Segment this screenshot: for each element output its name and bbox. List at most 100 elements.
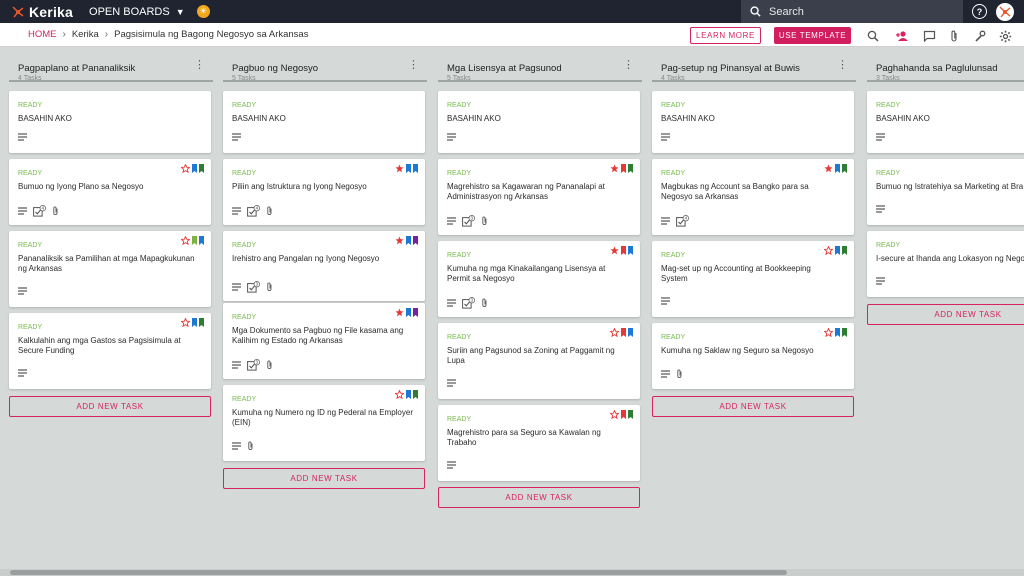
task-status: READY [661, 170, 686, 177]
task-card[interactable]: READY Irehistro ang Pangalan ng Iyong Neg… [223, 231, 425, 301]
board-column: Pagpaplano at Pananaliksik 4 Tasks ⋮ READY B… [9, 54, 213, 417]
star-filled-icon[interactable] [610, 246, 619, 255]
star-filled-icon[interactable] [395, 236, 404, 245]
breadcrumb-home[interactable]: HOME [28, 29, 57, 40]
task-card[interactable]: READY Bumuo ng Iyong Plano sa Negosyo 4 [9, 159, 211, 225]
task-status: READY [447, 334, 472, 341]
settings-gear-icon[interactable] [998, 29, 1012, 43]
blue-tag-icon [413, 164, 418, 173]
task-title: Kalihim ng Estado ng Arkansas [232, 336, 343, 345]
star-filled-icon[interactable] [824, 164, 833, 173]
star-outline-icon[interactable] [395, 390, 404, 399]
task-title: Magrehistro sa Kagawaran ng Pananalapi a… [447, 182, 605, 191]
app-logo[interactable]: Kerika [11, 4, 73, 20]
add-new-task-button[interactable]: ADD NEW TASK [652, 396, 854, 417]
horizontal-scrollbar[interactable] [0, 569, 1024, 576]
task-card[interactable]: READY BASAHIN AKO [223, 91, 425, 153]
task-card-icons [661, 133, 676, 141]
tools-icon[interactable] [973, 29, 987, 43]
task-title: Administrasyon ng Arkansas [447, 192, 548, 201]
column-task-count: 3 Tasks [876, 75, 900, 82]
task-card-icons [661, 297, 676, 305]
task-card[interactable]: READY Pananaliksik sa Pamilihan at mga Ma… [9, 231, 211, 307]
task-card[interactable]: READY BASAHIN AKO [438, 91, 640, 153]
avatar[interactable] [996, 3, 1014, 21]
attachment-icon [267, 206, 272, 215]
task-title: Kumuha ng mga Kinakailangang Lisensya at [447, 264, 606, 273]
task-card[interactable]: READY Magbukas ng Account sa Bangko para … [652, 159, 854, 235]
task-card[interactable]: READY Magrehistro para sa Seguro sa Kawal… [438, 405, 640, 481]
description-icon [447, 379, 456, 387]
task-status: READY [447, 170, 472, 177]
more-options-icon[interactable]: ⋮ [408, 60, 419, 71]
task-card[interactable]: READY Kumuha ng Numero ng ID ng Pederal n… [223, 385, 425, 461]
star-outline-icon[interactable] [181, 164, 190, 173]
scrollbar-thumb[interactable] [10, 570, 787, 575]
help-icon[interactable]: ? [972, 4, 987, 19]
learn-more-button[interactable]: LEARN MORE [690, 27, 761, 44]
search-board-icon[interactable] [866, 29, 880, 43]
star-outline-icon[interactable] [610, 328, 619, 337]
more-options-icon[interactable]: ⋮ [194, 60, 205, 71]
star-filled-icon[interactable] [395, 164, 404, 173]
org-badge-icon[interactable]: ☀ [196, 5, 210, 18]
more-options-icon[interactable]: ⋮ [837, 60, 848, 71]
star-filled-icon[interactable] [610, 164, 619, 173]
lime-tag-icon [192, 236, 197, 245]
star-outline-icon[interactable] [610, 410, 619, 419]
task-title: BASAHIN AKO [661, 114, 715, 123]
task-title: Lupa [447, 356, 465, 365]
task-card[interactable]: READY BASAHIN AKO [867, 91, 1024, 153]
add-new-task-button[interactable]: ADD NEW TASK [223, 468, 425, 489]
column-title: Paghahanda sa Paglulunsad [876, 63, 998, 74]
column-header: Mga Lisensya at Pagsunod 5 Tasks ⋮ [438, 54, 642, 82]
task-card[interactable]: READY Kumuha ng mga Kinakailangang Lisens… [438, 241, 640, 317]
task-status: READY [661, 252, 686, 259]
add-new-task-button[interactable]: ADD NEW TASK [867, 304, 1024, 325]
green-tag-icon [199, 164, 204, 173]
more-options-icon[interactable]: ⋮ [623, 60, 634, 71]
task-card[interactable]: READY I-secure at Ihanda ang Lokasyon ng … [867, 231, 1024, 297]
task-card[interactable]: READY BASAHIN AKO [9, 91, 211, 153]
description-icon [876, 277, 885, 285]
task-card[interactable]: READY BASAHIN AKO [652, 91, 854, 153]
star-outline-icon[interactable] [181, 236, 190, 245]
star-outline-icon[interactable] [824, 328, 833, 337]
column-title: Pagbuo ng Negosyo [232, 63, 319, 74]
description-icon [661, 297, 670, 305]
column-task-count: 4 Tasks [18, 75, 42, 82]
task-card-icons: 4 [661, 215, 695, 227]
add-new-task-button[interactable]: ADD NEW TASK [9, 396, 211, 417]
chat-icon[interactable] [922, 29, 936, 43]
task-card[interactable]: READY Mga Dokumento sa Pagbuo ng File kas… [223, 303, 425, 379]
add-new-task-button[interactable]: ADD NEW TASK [438, 487, 640, 508]
task-card[interactable]: READY Suriin ang Pagsunod sa Zoning at Pa… [438, 323, 640, 399]
description-icon [232, 283, 241, 291]
task-title: Trabaho [447, 438, 477, 447]
breadcrumb-org[interactable]: Kerika [72, 29, 99, 40]
star-filled-icon[interactable] [395, 308, 404, 317]
star-outline-icon[interactable] [181, 318, 190, 327]
task-flags [393, 236, 418, 245]
task-card[interactable]: READY Magrehistro sa Kagawaran ng Pananal… [438, 159, 640, 235]
task-status: READY [876, 242, 901, 249]
task-title: BASAHIN AKO [447, 114, 501, 123]
attachment-icon [482, 298, 487, 307]
description-icon [447, 299, 456, 307]
star-outline-icon[interactable] [824, 246, 833, 255]
open-boards-menu[interactable]: OPEN BOARDS ▼ [89, 6, 185, 18]
description-icon [661, 370, 670, 378]
task-card[interactable]: READY Piliin ang Istruktura ng Iyong Nego… [223, 159, 425, 225]
attachment-icon [53, 206, 58, 215]
task-title: System [661, 274, 688, 283]
attachment-icon[interactable] [947, 29, 961, 43]
task-card-icons [876, 277, 891, 285]
task-card[interactable]: READY Kalkulahin ang mga Gastos sa Pagsis… [9, 313, 211, 389]
use-template-button[interactable]: USE TEMPLATE [774, 27, 851, 44]
task-card[interactable]: READY Kumuha ng Saklaw ng Seguro sa Negos… [652, 323, 854, 389]
search-input[interactable]: Search [741, 0, 963, 23]
task-card[interactable]: READY Mag-set up ng Accounting at Bookkee… [652, 241, 854, 317]
task-card[interactable]: READY Bumuo ng Istratehiya sa Marketing a… [867, 159, 1024, 225]
task-title: Kalkulahin ang mga Gastos sa Pagsisimula… [18, 336, 181, 345]
add-person-icon[interactable] [895, 29, 909, 43]
